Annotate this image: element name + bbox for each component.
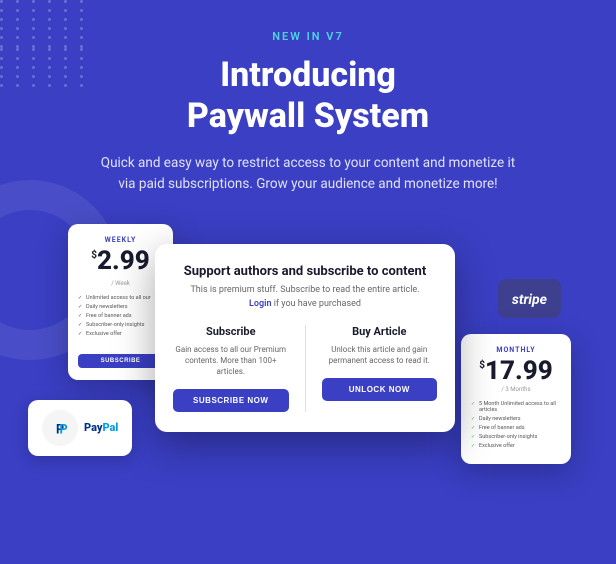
monthly-period: / 3 Months (471, 386, 561, 393)
modal-options-row: Subscribe Gain access to all our Premium… (173, 325, 437, 413)
subtitle: Quick and easy way to restrict access to… (98, 153, 518, 196)
monthly-feature-3: Free of banner ads (471, 425, 561, 431)
main-title: IntroducingPaywall System (187, 55, 429, 137)
weekly-card-label: WEEKLY (78, 236, 163, 244)
buy-article-option: Buy Article Unlock this article and gain… (322, 325, 438, 413)
buy-article-desc: Unlock this article and gain permanent a… (322, 344, 438, 366)
weekly-features: Unlimited access to all our Daily newsle… (78, 295, 163, 337)
modal-divider (305, 325, 306, 413)
cards-area: WEEKLY $ 2.99 / Week Unlimited access to… (0, 224, 616, 464)
modal-subtitle: This is premium stuff. Subscribe to read… (173, 285, 437, 295)
weekly-feature-1: Unlimited access to all our (78, 295, 163, 301)
weekly-price: 2.99 (97, 248, 150, 274)
weekly-feature-3: Free of banner ads (78, 313, 163, 319)
modal-title: Support authors and subscribe to content (173, 264, 437, 279)
stripe-badge: stripe (498, 279, 561, 318)
monthly-feature-4: Subscriber-only insights (471, 434, 561, 440)
weekly-feature-4: Subscriber-only insights (78, 322, 163, 328)
monthly-feature-2: Daily newsletters (471, 416, 561, 422)
subscribe-now-button[interactable]: SUBSCRIBE NOW (173, 389, 289, 412)
weekly-feature-2: Daily newsletters (78, 304, 163, 310)
paypal-icon: P P (42, 410, 78, 446)
page-content: NEW IN V7 IntroducingPaywall System Quic… (0, 0, 616, 464)
paywall-modal: Support authors and subscribe to content… (155, 244, 455, 433)
buy-article-title: Buy Article (352, 325, 406, 338)
monthly-price: 17.99 (485, 358, 553, 384)
monthly-features: 5 Month Unlimited access to all articles… (471, 401, 561, 449)
monthly-pricing-card: MONTHLY $ 17.99 / 3 Months 5 Month Unlim… (461, 334, 571, 464)
subscribe-desc: Gain access to all our Premium contents.… (173, 344, 289, 378)
modal-login-text: Login if you have purchased (173, 299, 437, 309)
weekly-period: / Week (78, 280, 163, 287)
monthly-feature-5: Exclusive offer (471, 443, 561, 449)
badge: NEW IN V7 (272, 30, 344, 43)
login-link[interactable]: Login (249, 299, 271, 309)
monthly-price-row: $ 17.99 (471, 358, 561, 384)
weekly-subscribe-button[interactable]: SUBSCRIBE (78, 354, 163, 368)
monthly-card-label: MONTHLY (471, 346, 561, 354)
subscribe-title: Subscribe (206, 325, 256, 338)
stripe-label: stripe (512, 292, 547, 308)
paypal-badge: P P PayPal (28, 400, 132, 456)
unlock-now-button[interactable]: UNLOCK NOW (322, 378, 438, 401)
weekly-price-row: $ 2.99 (78, 248, 163, 274)
paypal-label: PayPal (84, 421, 118, 434)
login-suffix: if you have purchased (274, 299, 361, 309)
weekly-feature-5: Exclusive offer (78, 331, 163, 337)
monthly-feature-1: 5 Month Unlimited access to all articles (471, 401, 561, 413)
svg-text:P: P (60, 422, 68, 437)
subscribe-option: Subscribe Gain access to all our Premium… (173, 325, 289, 413)
